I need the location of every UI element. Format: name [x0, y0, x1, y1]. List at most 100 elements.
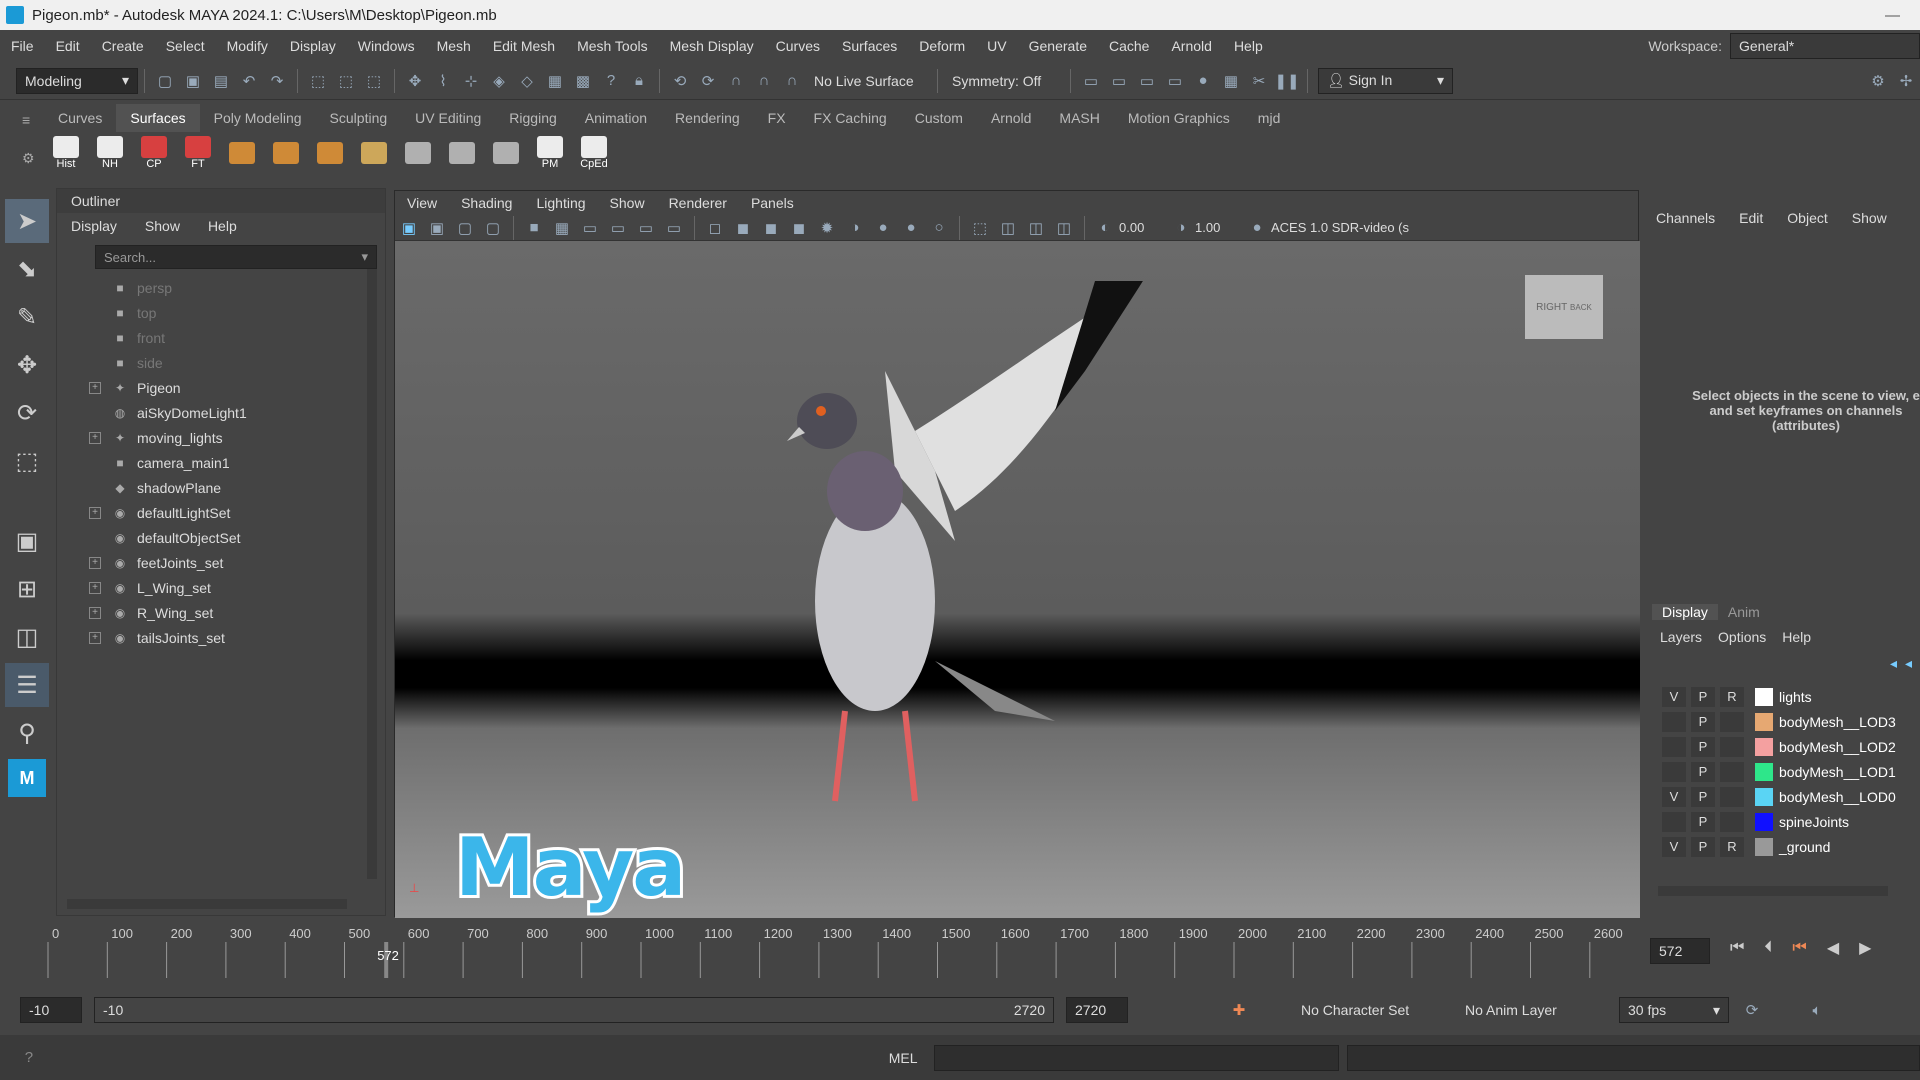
outliner-item[interactable]: + ◉ feetJoints_set [57, 550, 385, 575]
outliner-menu-show[interactable]: Show [131, 218, 194, 234]
time-slider[interactable]: 0 100 200 300 400 500 600 700 800 900 1000 1100 1200… [0, 920, 1920, 982]
layer-p-toggle[interactable]: P [1691, 711, 1715, 732]
outliner-item[interactable]: + ◉ R_Wing_set [57, 600, 385, 625]
outliner-menu-help[interactable]: Help [194, 218, 251, 234]
menu-edit-mesh[interactable]: Edit Mesh [482, 38, 566, 54]
menu-mesh[interactable]: Mesh [426, 38, 482, 54]
layer-row[interactable]: PbodyMesh__LOD2 [1662, 734, 1920, 759]
layer-color-swatch[interactable] [1755, 762, 1773, 781]
shadows-icon[interactable]: ◑ [844, 217, 866, 239]
magnet-surface-icon[interactable]: ∩ [753, 70, 775, 92]
outliner-item[interactable]: ■ front [57, 325, 385, 350]
tab-rendering[interactable]: Rendering [661, 104, 754, 132]
mel-input[interactable] [933, 1044, 1339, 1071]
shelf-button-11[interactable]: PM [535, 136, 565, 170]
layer-row[interactable]: V PbodyMesh__LOD0 [1662, 784, 1920, 809]
outliner-item[interactable]: ◉ defaultObjectSet [57, 525, 385, 550]
expand-icon[interactable]: + [89, 556, 101, 569]
layer-r-toggle[interactable] [1720, 761, 1744, 782]
layer-color-swatch[interactable] [1755, 687, 1773, 706]
outliner-item[interactable]: + ◉ L_Wing_set [57, 575, 385, 600]
outliner-item[interactable]: ◆ shadowPlane [57, 475, 385, 500]
play-forward-icon[interactable]: ▶ [1859, 938, 1871, 958]
ambient-occlusion-icon[interactable]: ● [872, 217, 894, 239]
layer-v-toggle[interactable]: V [1662, 686, 1686, 707]
viewport-menu-lighting[interactable]: Lighting [524, 195, 597, 211]
layer-v-toggle[interactable]: V [1662, 836, 1686, 857]
step-back-key-icon[interactable]: ⏮ [1792, 939, 1806, 957]
menu-mesh-tools[interactable]: Mesh Tools [566, 38, 659, 54]
tab-mjd[interactable]: mjd [1244, 104, 1295, 132]
shelf-button-6[interactable] [315, 136, 345, 170]
undo-icon[interactable]: ↶ [238, 70, 260, 92]
new-layer-selected-icon[interactable]: ◂ [1905, 655, 1912, 672]
two-view-icon[interactable]: ◫ [5, 615, 49, 659]
wireframe-on-shaded-icon[interactable]: ◼ [760, 217, 782, 239]
open-scene-icon[interactable]: ▣ [182, 70, 204, 92]
layer-row[interactable]: V P R _ground [1662, 834, 1920, 859]
layer-color-swatch[interactable] [1755, 737, 1773, 756]
menu-edit[interactable]: Edit [45, 38, 91, 54]
expand-icon[interactable]: + [89, 606, 101, 619]
xray-icon[interactable]: ◫ [997, 217, 1019, 239]
tab-fx[interactable]: FX [754, 104, 800, 132]
outliner-hscrollbar[interactable] [67, 899, 347, 909]
layer-row[interactable]: V P Rlights [1662, 684, 1920, 709]
redo-icon[interactable]: ↷ [266, 70, 288, 92]
select-component-icon[interactable]: ⬚ [363, 70, 385, 92]
tab-arnold[interactable]: Arnold [977, 104, 1045, 132]
layer-menu-layers[interactable]: Layers [1652, 629, 1710, 645]
resolution-gate-icon[interactable]: ▭ [607, 217, 629, 239]
expand-icon[interactable]: + [89, 631, 101, 644]
magnet-icon[interactable]: ∩ [725, 70, 747, 92]
outliner-item[interactable]: + ◉ defaultLightSet [57, 500, 385, 525]
camera-attributes-icon[interactable]: ▣ [398, 217, 420, 239]
render-settings-icon[interactable]: ▭ [1164, 70, 1186, 92]
workspace-dropdown[interactable]: General* [1730, 33, 1920, 59]
expand-icon[interactable]: + [89, 506, 101, 519]
menu-cache[interactable]: Cache [1098, 38, 1160, 54]
shelf-button-2[interactable]: CP [139, 136, 169, 170]
step-back-icon[interactable]: ⏴ [1764, 939, 1772, 957]
layer-menu-options[interactable]: Options [1710, 629, 1774, 645]
select-tool-icon[interactable]: ➤ [5, 199, 49, 243]
live-magnet-icon[interactable]: ∩ [781, 70, 803, 92]
tab-mash[interactable]: MASH [1045, 104, 1113, 132]
minimize-icon[interactable]: — [1885, 7, 1900, 24]
layer-v-toggle[interactable] [1662, 736, 1686, 757]
paint-select-icon[interactable]: ✎ [5, 295, 49, 339]
layer-p-toggle[interactable]: P [1691, 836, 1715, 857]
layer-row[interactable]: PspineJoints [1662, 809, 1920, 834]
smooth-shade-icon[interactable]: ◼ [732, 217, 754, 239]
shelf-button-12[interactable]: CpEd [579, 136, 609, 170]
lasso-tool-icon[interactable]: ⬊ [5, 247, 49, 291]
tab-surfaces[interactable]: Surfaces [116, 104, 200, 132]
menu-display[interactable]: Display [279, 38, 347, 54]
menu-select[interactable]: Select [155, 38, 216, 54]
hypershade-icon[interactable]: ● [1192, 70, 1214, 92]
snap-surface-icon[interactable]: ◇ [516, 70, 538, 92]
menu-deform[interactable]: Deform [908, 38, 976, 54]
loop-icon[interactable]: ⟳ [1741, 999, 1763, 1021]
color-management-icon[interactable]: ● [1246, 217, 1268, 239]
shelf-button-1[interactable]: NH [95, 136, 125, 170]
outliner-item[interactable]: ■ top [57, 300, 385, 325]
help-icon[interactable]: ? [600, 70, 622, 92]
film-gate-icon[interactable]: ▭ [579, 217, 601, 239]
select-object-icon[interactable]: ⬚ [335, 70, 357, 92]
tab-uv-editing[interactable]: UV Editing [401, 104, 495, 132]
layer-v-toggle[interactable]: V [1662, 786, 1686, 807]
auto-key-icon[interactable]: ✚ [1228, 999, 1250, 1021]
menu-set-dropdown[interactable]: Modeling ▾ [16, 67, 138, 94]
current-frame-field[interactable]: 572 [1650, 938, 1710, 964]
snap-view-icon[interactable]: ◈ [488, 70, 510, 92]
layer-color-swatch[interactable] [1755, 787, 1773, 806]
layer-p-toggle[interactable]: P [1691, 811, 1715, 832]
snap-fill-icon[interactable]: ▦ [544, 70, 566, 92]
grid-icon[interactable]: ▦ [551, 217, 573, 239]
menu-file[interactable]: File [0, 38, 45, 54]
layer-color-swatch[interactable] [1755, 712, 1773, 731]
layer-row[interactable]: PbodyMesh__LOD1 [1662, 759, 1920, 784]
arnold-render-icon[interactable]: ▦ [1220, 70, 1242, 92]
outliner-item[interactable]: ■ persp [57, 275, 385, 300]
